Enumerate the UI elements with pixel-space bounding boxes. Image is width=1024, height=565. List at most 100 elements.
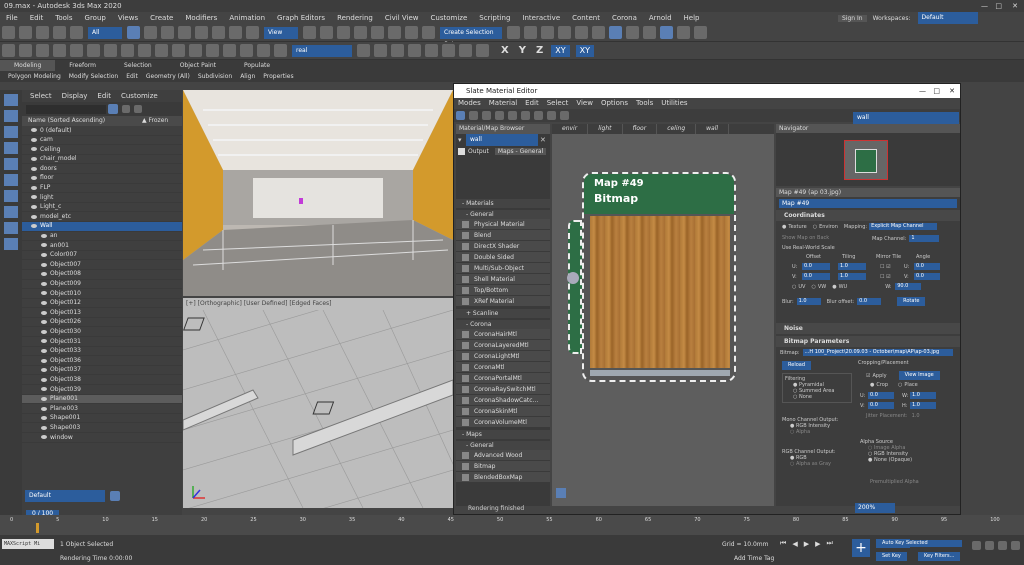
axis-z-button[interactable]: Z <box>536 45 543 56</box>
eye-icon[interactable] <box>41 262 47 267</box>
display-xrefs-icon[interactable] <box>4 222 18 234</box>
display-geometry-icon[interactable] <box>4 110 18 122</box>
slate-menu-tools[interactable]: Tools <box>636 98 653 109</box>
corona-tools-icon[interactable] <box>189 44 202 57</box>
view-tab-light[interactable]: light <box>588 124 623 134</box>
move-icon[interactable] <box>195 26 208 39</box>
arnold-render-icon[interactable] <box>274 44 287 57</box>
add-time-tag[interactable]: Add Time Tag <box>734 555 774 562</box>
corona-converter-icon[interactable] <box>87 44 100 57</box>
ribbon-subtab-align[interactable]: Align <box>240 73 255 80</box>
minimize-button[interactable]: — <box>981 0 988 12</box>
bitmap-node[interactable]: Map #49 Bitmap <box>582 172 736 382</box>
slate-move-children-icon[interactable] <box>508 111 517 120</box>
slate-layout-icon[interactable] <box>547 111 556 120</box>
material-directx-shader[interactable]: DirectX Shader <box>456 241 550 252</box>
output-swatch-icon[interactable] <box>458 147 465 155</box>
layer-color-icon[interactable] <box>459 44 472 57</box>
eye-icon[interactable] <box>41 300 47 305</box>
goto-end-icon[interactable]: ⏭ <box>826 539 832 548</box>
slate-maximize-button[interactable]: □ <box>933 84 940 98</box>
axis-xy-button[interactable]: XY <box>551 44 570 57</box>
eye-icon[interactable] <box>41 233 47 238</box>
alpha-as-gray-label[interactable]: Alpha as Gray <box>796 461 831 467</box>
blur-offset-input[interactable]: 0.0 <box>857 298 882 305</box>
view-nav-icon[interactable] <box>556 488 566 498</box>
eye-icon[interactable] <box>31 195 37 200</box>
eye-icon[interactable] <box>41 416 47 421</box>
menu-item-group[interactable]: Group <box>85 14 106 22</box>
place-radio-icon[interactable]: ○ <box>898 382 902 388</box>
layer-explorer-icon[interactable] <box>541 26 554 39</box>
eye-icon[interactable] <box>41 291 47 296</box>
none-filter-label[interactable]: None <box>799 394 812 400</box>
eye-icon[interactable] <box>41 348 47 353</box>
reference-coord-dropdown[interactable]: View <box>264 26 298 39</box>
axis-xy-button-2[interactable]: XY <box>575 44 594 57</box>
slate-close-button[interactable]: ✕ <box>949 84 955 98</box>
display-groups-icon[interactable] <box>4 206 18 218</box>
maximize-button[interactable]: □ <box>995 0 1002 12</box>
display-spacewarps-icon[interactable] <box>4 190 18 202</box>
viewport-label[interactable]: [+] [Orthographic] [User Defined] [Edged… <box>183 298 453 309</box>
eye-icon[interactable] <box>41 435 47 440</box>
set-key-plus-icon[interactable]: + <box>852 539 870 557</box>
material-xref-material[interactable]: XRef Material <box>456 296 550 307</box>
workspace-dropdown[interactable]: Default <box>917 12 978 24</box>
viewport-orthographic[interactable]: [+] [Orthographic] [User Defined] [Edged… <box>183 298 453 508</box>
display-cameras-icon[interactable] <box>4 158 18 170</box>
menu-item-graph-editors[interactable]: Graph Editors <box>277 14 325 22</box>
set-key-button[interactable]: Set Key <box>876 552 907 561</box>
ribbon-tab-populate[interactable]: Populate <box>230 60 284 71</box>
time-slider-thumb[interactable] <box>36 523 39 533</box>
corona-camera-icon[interactable] <box>36 44 49 57</box>
slate-select-icon[interactable] <box>456 111 465 120</box>
maximize-viewport-icon[interactable] <box>1011 541 1020 550</box>
curve-editor-icon[interactable] <box>575 26 588 39</box>
vw-radio-icon[interactable]: ○ <box>811 284 815 290</box>
material-node-partial[interactable] <box>568 220 582 354</box>
menu-item-views[interactable]: Views <box>118 14 138 22</box>
material-shell-material[interactable]: Shell Material <box>456 274 550 285</box>
key-mode-dropdown[interactable]: Selected <box>904 540 962 547</box>
spinner-snap-icon[interactable] <box>405 26 418 39</box>
ribbon-subtab-edit[interactable]: Edit <box>126 73 138 80</box>
arnold-icon[interactable] <box>240 44 253 57</box>
corona-help-icon[interactable] <box>223 44 236 57</box>
menu-item-help[interactable]: Help <box>684 14 700 22</box>
browser-clear-icon[interactable]: ✕ <box>540 136 548 144</box>
ribbon-tab-modeling[interactable]: Modeling <box>0 60 56 71</box>
slate-show-map-icon[interactable] <box>534 111 543 120</box>
display-lights-icon[interactable] <box>4 142 18 154</box>
coordinates-rollout[interactable]: Coordinates <box>776 210 960 221</box>
material-top-bottom[interactable]: Top/Bottom <box>456 285 550 296</box>
timeline[interactable]: 0 5 10 15 20 25 30 35 40 45 50 55 60 65 70 75 80 85 90 95 10… <box>0 515 1024 535</box>
crop-radio-icon[interactable]: ● <box>870 382 874 388</box>
eye-icon[interactable] <box>41 358 47 363</box>
reload-button[interactable]: Reload <box>782 361 812 370</box>
placement-icon[interactable] <box>246 26 259 39</box>
crop-h-input[interactable]: 1.0 <box>910 402 936 409</box>
next-frame-icon[interactable]: ▶ <box>815 540 820 548</box>
render-frame-icon[interactable] <box>643 26 656 39</box>
select-by-name-icon[interactable] <box>144 26 157 39</box>
map-channel-input[interactable]: 1 <box>909 235 940 242</box>
eye-icon[interactable] <box>41 329 47 334</box>
menu-item-corona[interactable]: Corona <box>612 14 637 22</box>
slate-minimize-button[interactable]: — <box>919 84 926 98</box>
ribbon-subtab-modify-selection[interactable]: Modify Selection <box>69 73 118 80</box>
selection-filter-dropdown[interactable]: All <box>88 26 122 39</box>
viewport-perspective[interactable] <box>183 90 453 296</box>
corona-light-icon[interactable] <box>19 44 32 57</box>
select-object-icon[interactable] <box>127 26 140 39</box>
display-bones-icon[interactable] <box>4 238 18 250</box>
corona-render-icon[interactable] <box>138 44 151 57</box>
eye-icon[interactable] <box>31 205 37 210</box>
crop-v-input[interactable]: 0.0 <box>868 402 894 409</box>
corona-ir-icon[interactable] <box>155 44 168 57</box>
angle-u-input[interactable]: 0.0 <box>914 263 940 270</box>
orbit-icon[interactable] <box>998 541 1007 550</box>
window-crossing-icon[interactable] <box>178 26 191 39</box>
render-iterative-icon[interactable] <box>677 26 690 39</box>
axis-y-button[interactable]: Y <box>519 45 526 56</box>
